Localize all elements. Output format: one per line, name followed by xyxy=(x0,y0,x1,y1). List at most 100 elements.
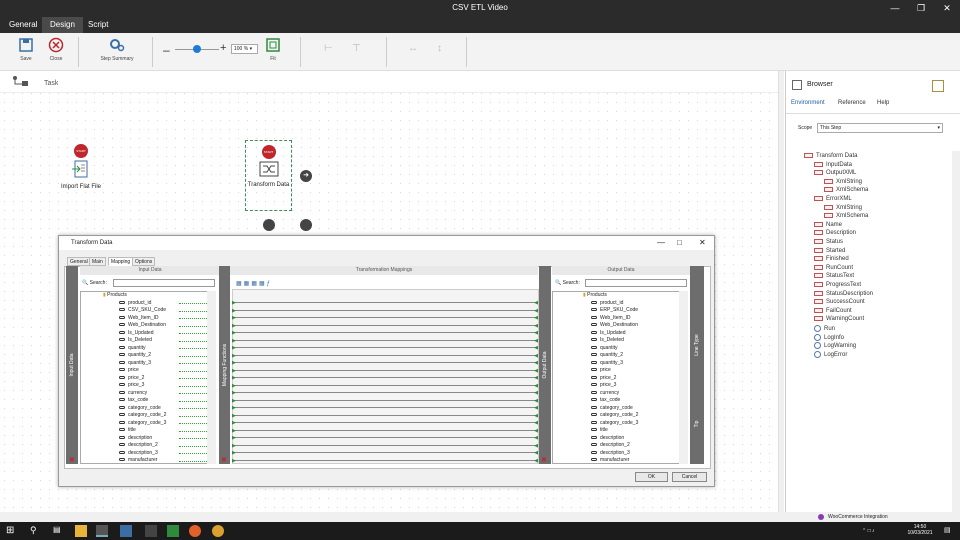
cancel-button[interactable]: Cancel xyxy=(672,472,707,482)
mapping-line[interactable]: ▶ ◀ xyxy=(232,368,538,374)
app-icon-5[interactable] xyxy=(189,525,201,537)
input-field-row[interactable]: quantity_2 xyxy=(119,352,215,360)
zoom-out-icon[interactable]: – xyxy=(163,43,170,57)
dialog-minimize-icon[interactable]: — xyxy=(657,236,665,250)
input-field-row[interactable]: category_code_3 xyxy=(119,420,215,428)
notifications-icon[interactable]: ▤ xyxy=(944,526,951,534)
browser-tree-item[interactable]: Transform Data xyxy=(804,153,857,159)
import-flat-file-node[interactable]: START Import Flat File xyxy=(58,144,104,190)
browser-scrollbar[interactable] xyxy=(952,151,960,512)
browser-tree-item[interactable]: InputData xyxy=(814,161,852,168)
mapping-line[interactable]: ▶ ◀ xyxy=(232,315,538,321)
input-search-field[interactable] xyxy=(113,279,215,287)
output-field-row[interactable]: quantity_2 xyxy=(591,352,687,360)
output-field-row[interactable]: Is_Deleted xyxy=(591,337,687,345)
canvas-scrollbar[interactable] xyxy=(778,71,784,512)
output-root[interactable]: ▮ Products xyxy=(583,292,607,300)
mapping-line[interactable]: ▶ ◀ xyxy=(232,420,538,426)
browser-tree-item[interactable]: Description xyxy=(814,230,856,236)
close-button[interactable]: Close xyxy=(44,37,68,62)
file-explorer-icon[interactable] xyxy=(75,525,87,537)
browser-tree-item[interactable]: XmlString xyxy=(824,204,862,211)
dialog-tab-mapping[interactable]: Mapping xyxy=(108,257,134,266)
input-field-row[interactable]: product_id xyxy=(119,300,215,308)
input-field-row[interactable]: quantity_3 xyxy=(119,360,215,368)
mapping-line[interactable]: ▶ ◀ xyxy=(232,383,538,389)
output-field-row[interactable]: title xyxy=(591,427,687,435)
distribute-v-icon[interactable]: ↕ xyxy=(437,43,442,54)
mapping-line[interactable]: ▶ ◀ xyxy=(232,405,538,411)
input-field-row[interactable]: price_3 xyxy=(119,382,215,390)
complete-connector-icon[interactable] xyxy=(300,219,312,231)
output-field-row[interactable]: category_code xyxy=(591,405,687,413)
input-field-row[interactable]: description_2 xyxy=(119,442,215,450)
remove-output-icon[interactable]: ✖ xyxy=(541,456,547,464)
taskbar-search-icon[interactable]: ⚲ xyxy=(30,525,42,537)
browser-tree-item[interactable]: Finished xyxy=(814,256,849,262)
output-list-scrollbar[interactable] xyxy=(679,291,688,464)
output-field-row[interactable]: description xyxy=(591,435,687,443)
align-center-icon[interactable]: ⊤ xyxy=(352,43,361,54)
output-field-row[interactable]: tax_code xyxy=(591,397,687,405)
output-field-row[interactable]: product_id xyxy=(591,300,687,308)
dialog-maximize-icon[interactable]: □ xyxy=(677,236,682,250)
browser-tab-reference[interactable]: Reference xyxy=(838,100,866,106)
save-button[interactable]: Save xyxy=(14,37,38,62)
transform-data-node[interactable]: START Transform Data xyxy=(245,140,292,211)
mapping-line[interactable]: ▶ ◀ xyxy=(232,443,538,449)
browser-tree-item[interactable]: XmlSchema xyxy=(824,187,868,193)
input-list-scrollbar[interactable] xyxy=(207,291,216,464)
windows-start-icon[interactable]: ⊞ xyxy=(6,525,18,537)
output-field-row[interactable]: Web_Destination xyxy=(591,322,687,330)
browser-tree-item[interactable]: FailCount xyxy=(814,307,852,314)
mapping-line[interactable]: ▶ ◀ xyxy=(232,398,538,404)
ok-button[interactable]: OK xyxy=(635,472,668,482)
browser-tree-item[interactable]: StatusDescription xyxy=(814,290,873,297)
output-field-row[interactable]: ERP_SKU_Code xyxy=(591,307,687,315)
output-field-row[interactable]: quantity_3 xyxy=(591,360,687,368)
step-summary-button[interactable]: Step Summary xyxy=(96,37,138,62)
input-field-list[interactable]: ▮ Products product_id CSV_SKU_Code Web_Ite… xyxy=(80,291,216,464)
tab-general[interactable]: General xyxy=(1,17,45,33)
browser-tree-item[interactable]: OutputXML xyxy=(814,170,856,176)
app-icon-4[interactable] xyxy=(167,525,179,537)
clock[interactable]: 14:50 10/03/2021 xyxy=(906,524,934,536)
mapping-line[interactable]: ▶ ◀ xyxy=(232,338,538,344)
browser-tree-item[interactable]: RunCount xyxy=(814,264,853,271)
distribute-h-icon[interactable]: ↔ xyxy=(408,43,418,54)
input-field-row[interactable]: category_code_2 xyxy=(119,412,215,420)
output-field-row[interactable]: manufacturer xyxy=(591,457,687,463)
align-left-icon[interactable]: ⊢ xyxy=(324,43,333,54)
output-field-row[interactable]: price_3 xyxy=(591,382,687,390)
input-field-row[interactable]: description xyxy=(119,435,215,443)
mapping-line[interactable]: ▶ ◀ xyxy=(232,413,538,419)
success-connector-icon[interactable]: ➜ xyxy=(300,170,312,182)
dialog-close-icon[interactable]: ✕ xyxy=(699,236,706,250)
remove-input-icon[interactable]: ✖ xyxy=(69,456,75,464)
output-field-row[interactable]: category_code_3 xyxy=(591,420,687,428)
browser-tree-item[interactable]: WarningCount xyxy=(814,316,864,322)
output-field-row[interactable]: description_3 xyxy=(591,450,687,458)
browser-tree-item[interactable]: ErrorXML xyxy=(814,196,852,202)
browser-tree-item[interactable]: Run xyxy=(814,325,835,332)
input-field-row[interactable]: tax_code xyxy=(119,397,215,405)
browser-tree-item[interactable]: XmlSchema xyxy=(824,213,868,219)
output-field-row[interactable]: currency xyxy=(591,390,687,398)
dialog-tab-main[interactable]: Main xyxy=(89,257,106,266)
minimize-icon[interactable]: — xyxy=(882,0,908,17)
mapping-line[interactable]: ▶ ◀ xyxy=(232,390,538,396)
input-field-row[interactable]: currency xyxy=(119,390,215,398)
zoom-slider-thumb[interactable] xyxy=(193,45,201,53)
input-field-row[interactable]: category_code xyxy=(119,405,215,413)
browser-tree-item[interactable]: StatusText xyxy=(814,273,854,279)
output-field-row[interactable]: Web_Item_ID xyxy=(591,315,687,323)
mapping-line[interactable]: ▶ ◀ xyxy=(232,435,538,441)
app-icon-3[interactable] xyxy=(145,525,157,537)
input-field-row[interactable]: CSV_SKU_Code xyxy=(119,307,215,315)
mapping-line[interactable]: ▶ ◀ xyxy=(232,353,538,359)
scope-select[interactable]: This Step ▾ xyxy=(817,123,943,133)
output-field-row[interactable]: quantity xyxy=(591,345,687,353)
error-connector-icon[interactable] xyxy=(263,219,275,231)
input-field-row[interactable]: manufacturer xyxy=(119,457,215,463)
browser-tree-item[interactable]: XmlString xyxy=(824,178,862,185)
